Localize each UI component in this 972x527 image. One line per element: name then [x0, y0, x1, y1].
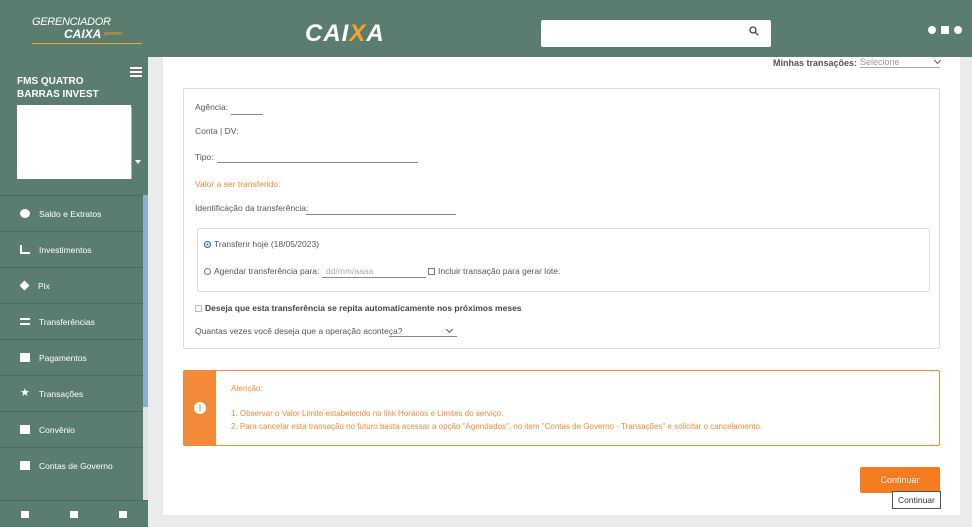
- alert-title: Atenção:: [231, 384, 263, 393]
- sidebar-item-transacoes[interactable]: ★ Transações: [0, 375, 148, 411]
- alert-line2: 2. Para cancelar esta transação no futur…: [231, 422, 763, 431]
- org-name: FMS QUATRO BARRAS INVEST: [17, 76, 99, 100]
- top-bar: GERENCIADOR CAIXA governo CAIXA: [0, 0, 972, 57]
- brand-underline: [32, 43, 142, 44]
- alert-line1: 1. Observar o Valor Limite estabelecido …: [231, 409, 504, 418]
- checkbox[interactable]: [428, 268, 435, 275]
- sidebar-item-pagamentos[interactable]: Pagamentos: [0, 339, 148, 375]
- repetir-option[interactable]: Deseja que esta transferência se repita …: [195, 303, 522, 313]
- tipo-label: Tipo:: [195, 152, 214, 162]
- caixa-logo: CAIXA: [305, 20, 385, 47]
- pix-icon: [19, 280, 30, 291]
- sidebar-item-convenio[interactable]: Convênio: [0, 411, 148, 447]
- chart-icon: [20, 245, 30, 254]
- sidebar-item-contas-governo[interactable]: Contas de Governo: [0, 447, 148, 483]
- transfer-form: Agência: Conta | DV: Tipo: Valor a ser t…: [183, 88, 940, 349]
- checkbox[interactable]: [195, 305, 202, 312]
- sidebar-item-pix[interactable]: Pix: [0, 267, 148, 303]
- bank-icon: [20, 461, 30, 470]
- radio-unselected[interactable]: [204, 268, 211, 275]
- sidebar-scrollbar[interactable]: [143, 195, 148, 407]
- warning-icon: !: [194, 402, 206, 414]
- quantas-select[interactable]: [389, 336, 457, 337]
- sidebar-menu: Saldo e Extratos Investimentos Pix Trans…: [0, 195, 148, 483]
- search-icon[interactable]: [749, 26, 759, 36]
- sidebar-scroll-track: [143, 407, 148, 500]
- sidebar-item-saldo[interactable]: Saldo e Extratos: [0, 195, 148, 231]
- chevron-down-icon: [933, 56, 942, 65]
- top-icons: [928, 26, 962, 34]
- conta-label: Conta | DV:: [195, 126, 239, 136]
- tipo-field[interactable]: [217, 162, 418, 163]
- sidebar-item-transferencias[interactable]: Transferências: [0, 303, 148, 339]
- expand-icon[interactable]: [69, 510, 78, 518]
- mail-icon[interactable]: [20, 510, 29, 518]
- radio-selected[interactable]: [204, 241, 211, 248]
- identificacao-label: Identificação da transferência:: [195, 203, 309, 213]
- agendar-option[interactable]: Agendar transferência para:: [204, 266, 319, 276]
- continue-button[interactable]: Continuar: [860, 467, 940, 493]
- plus-square-icon: [20, 425, 30, 434]
- identificacao-field[interactable]: [306, 214, 456, 215]
- schedule-options: Transferir hoje (18/05/2023) Agendar tra…: [197, 228, 930, 292]
- menu-icon[interactable]: [130, 67, 142, 77]
- sidebar-bottom-bar: [0, 500, 148, 527]
- logout-icon[interactable]: [119, 510, 128, 518]
- agencia-field[interactable]: [231, 114, 263, 115]
- gerenciador-brand[interactable]: GERENCIADOR CAIXA governo: [22, 16, 142, 46]
- continue-tooltip: Continuar: [892, 491, 941, 509]
- main-content: Minhas transações: Selecione Agência: Co…: [163, 56, 960, 515]
- account-select[interactable]: [17, 105, 131, 179]
- transfer-arrows-icon: [20, 318, 30, 325]
- help-icon[interactable]: [928, 26, 936, 34]
- window-icon[interactable]: [941, 26, 949, 34]
- attention-alert: ! Atenção: 1. Observar o Valor Limite es…: [183, 370, 940, 446]
- valor-label: Valor a ser transferido:: [195, 179, 281, 189]
- sidebar-item-investimentos[interactable]: Investimentos: [0, 231, 148, 267]
- my-transactions-label: Minhas transações:: [772, 57, 857, 68]
- brand-line2: CAIXA: [64, 27, 102, 41]
- search-input[interactable]: [541, 20, 771, 47]
- date-underline: [322, 277, 426, 278]
- brand-line3: governo: [104, 31, 123, 37]
- transferir-hoje-option[interactable]: Transferir hoje (18/05/2023): [204, 239, 319, 249]
- chevron-down-icon[interactable]: [131, 107, 141, 179]
- my-transactions-select[interactable]: Selecione: [860, 56, 942, 68]
- barcode-icon: [20, 353, 30, 362]
- quantas-label: Quantas vezes você deseja que a operação…: [195, 326, 403, 336]
- gear-icon[interactable]: [954, 26, 962, 34]
- agencia-label: Agência:: [195, 102, 229, 112]
- star-icon: ★: [20, 387, 30, 399]
- incluir-lote-option[interactable]: Incluir transação para gerar lote.: [428, 266, 560, 276]
- date-input[interactable]: dd/mm/aaaa: [326, 266, 373, 276]
- my-transactions: Minhas transações: Selecione: [772, 56, 942, 68]
- coin-icon: [20, 209, 30, 218]
- alert-side: !: [184, 371, 216, 445]
- chevron-down-icon[interactable]: [445, 325, 454, 334]
